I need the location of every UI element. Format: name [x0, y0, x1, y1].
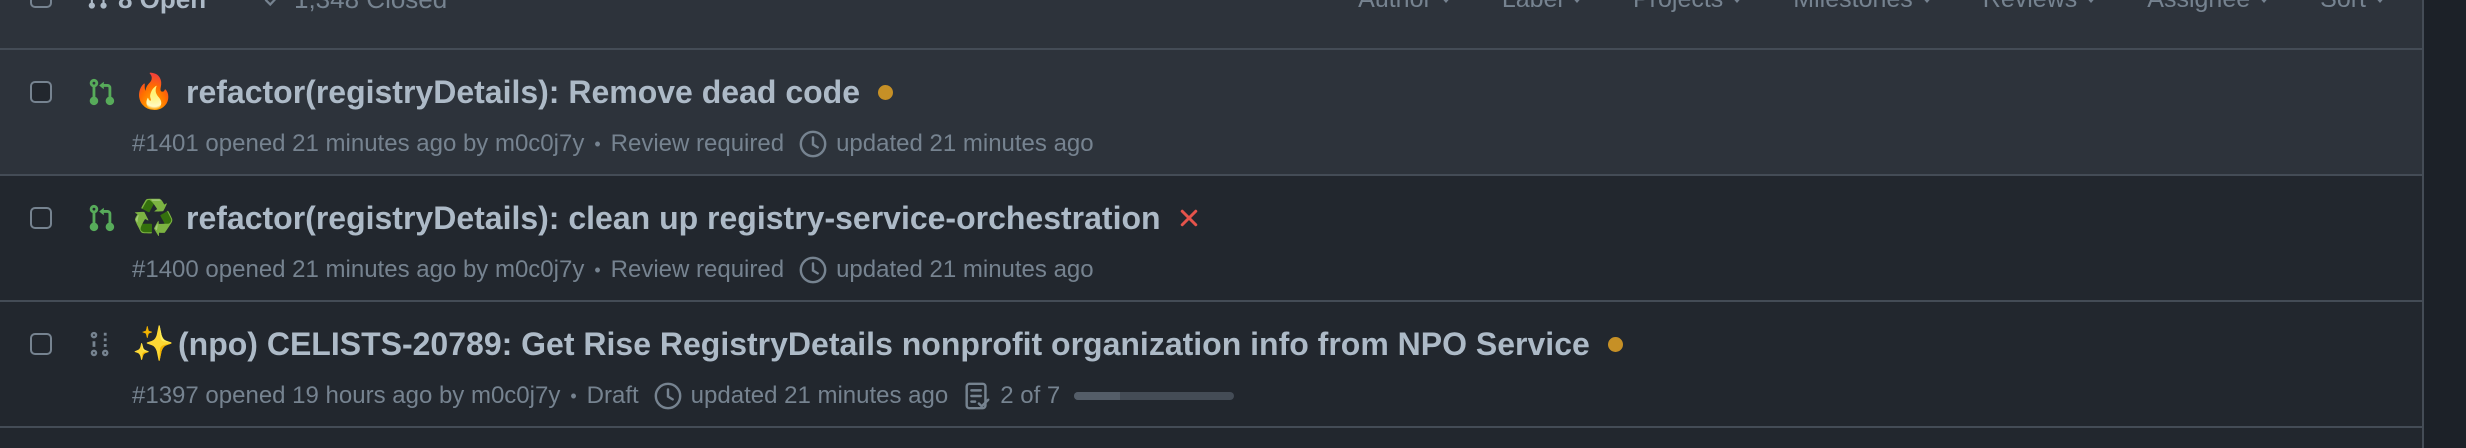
pull-request-meta: #1401 opened 21 minutes ago by m0c0j7y •…: [132, 128, 1094, 160]
reviews-filter-label: Reviews: [1983, 0, 2077, 14]
author-filter-label: Author: [1358, 0, 1432, 14]
pull-request-title-link[interactable]: (npo) CELISTS-20789: Get Rise RegistryDe…: [178, 326, 1590, 363]
label-filter-label: Label: [1502, 0, 1563, 14]
chevron-down-icon: [1570, 0, 1583, 3]
chevron-down-icon: [2085, 0, 2098, 3]
updated-info: updated 21 minutes ago: [690, 382, 949, 409]
pull-request-meta: #1397 opened 19 hours ago by m0c0j7y • D…: [132, 380, 1235, 412]
pull-request-icon: [88, 0, 107, 9]
task-progress-label: 2 of 7: [1000, 382, 1061, 409]
task-progress-bar: [1074, 392, 1235, 400]
sort-filter-label: Sort: [2320, 0, 2366, 14]
pending-status-icon[interactable]: [878, 84, 893, 100]
failed-status-x-icon[interactable]: [1177, 206, 1201, 230]
pull-request-meta: #1400 opened 21 minutes ago by m0c0j7y •…: [132, 254, 1094, 286]
pending-status-icon[interactable]: [1607, 336, 1623, 352]
page-gutter: [2424, 0, 2466, 448]
row-checkbox[interactable]: [30, 207, 52, 229]
open-pull-request-icon: [89, 204, 115, 232]
reviews-filter[interactable]: Reviews: [1983, 0, 2098, 14]
pull-request-row[interactable]: ✨ (npo) CELISTS-20789: Get Rise Registry…: [0, 302, 2422, 428]
draft-status-label: Draft: [586, 382, 639, 409]
review-status-link[interactable]: Review required: [611, 130, 784, 158]
pull-request-number: #1400: [132, 256, 199, 283]
pull-request-title-link[interactable]: refactor(registryDetails): Remove dead c…: [186, 74, 860, 111]
chevron-down-icon: [1439, 0, 1452, 3]
label-filter[interactable]: Label: [1502, 0, 1583, 14]
sparkles-emoji-icon: ✨: [132, 325, 175, 363]
check-icon: [264, 0, 276, 7]
separator-bullet: •: [594, 259, 601, 280]
open-count-label: 8 Open: [118, 0, 206, 15]
filter-bar: Author Label Projects Milestones Reviews…: [1308, 0, 2386, 14]
assignee-filter-label: Assignee: [2147, 0, 2250, 14]
row-checkbox[interactable]: [30, 333, 52, 355]
pull-request-row[interactable]: 🔥 refactor(registryDetails): Remove dead…: [0, 50, 2422, 176]
milestones-filter[interactable]: Milestones: [1793, 0, 1933, 14]
projects-filter[interactable]: Projects: [1633, 0, 1744, 14]
updated-info: updated 21 minutes ago: [836, 130, 1094, 157]
list-header: 8 Open 1,348 Closed Author Label Project…: [0, 0, 2422, 50]
task-list-icon: [965, 382, 990, 410]
chevron-down-icon: [2374, 0, 2386, 3]
updated-info: updated 21 minutes ago: [836, 256, 1094, 283]
pull-request-number: #1397: [132, 382, 199, 409]
open-filter-tab[interactable]: 8 Open: [86, 0, 206, 15]
closed-count-label: 1,348 Closed: [294, 0, 447, 15]
row-checkbox[interactable]: [30, 81, 52, 103]
clock-icon: [799, 256, 827, 284]
sort-filter[interactable]: Sort: [2320, 0, 2386, 14]
opened-info: opened 21 minutes ago by m0c0j7y: [205, 130, 585, 157]
review-status-link[interactable]: Review required: [611, 256, 784, 284]
task-progress-fill: [1074, 392, 1120, 400]
chevron-down-icon: [2258, 0, 2271, 3]
pull-request-row[interactable]: ♻️ refactor(registryDetails): clean up r…: [0, 176, 2422, 302]
opened-info: opened 21 minutes ago by m0c0j7y: [205, 256, 585, 283]
milestones-filter-label: Milestones: [1793, 0, 1913, 14]
draft-pull-request-icon: [90, 331, 109, 357]
separator-bullet: •: [594, 133, 601, 154]
pull-request-list: 8 Open 1,348 Closed Author Label Project…: [0, 0, 2424, 448]
assignee-filter[interactable]: Assignee: [2147, 0, 2271, 14]
open-pull-request-icon: [89, 78, 115, 106]
fire-emoji-icon: 🔥: [132, 73, 176, 111]
chevron-down-icon: [1731, 0, 1744, 3]
clock-icon: [799, 130, 827, 158]
separator-bullet: •: [570, 385, 577, 406]
chevron-down-icon: [1920, 0, 1933, 3]
opened-info: opened 19 hours ago by m0c0j7y: [205, 382, 561, 409]
pull-request-title-link[interactable]: refactor(registryDetails): clean up regi…: [186, 200, 1161, 237]
clock-icon: [654, 382, 682, 410]
recycle-emoji-icon: ♻️: [132, 199, 176, 237]
pull-request-number: #1401: [132, 130, 199, 157]
closed-filter-tab[interactable]: 1,348 Closed: [262, 0, 447, 15]
projects-filter-label: Projects: [1633, 0, 1723, 14]
author-filter[interactable]: Author: [1358, 0, 1452, 14]
select-all-checkbox[interactable]: [30, 0, 52, 8]
